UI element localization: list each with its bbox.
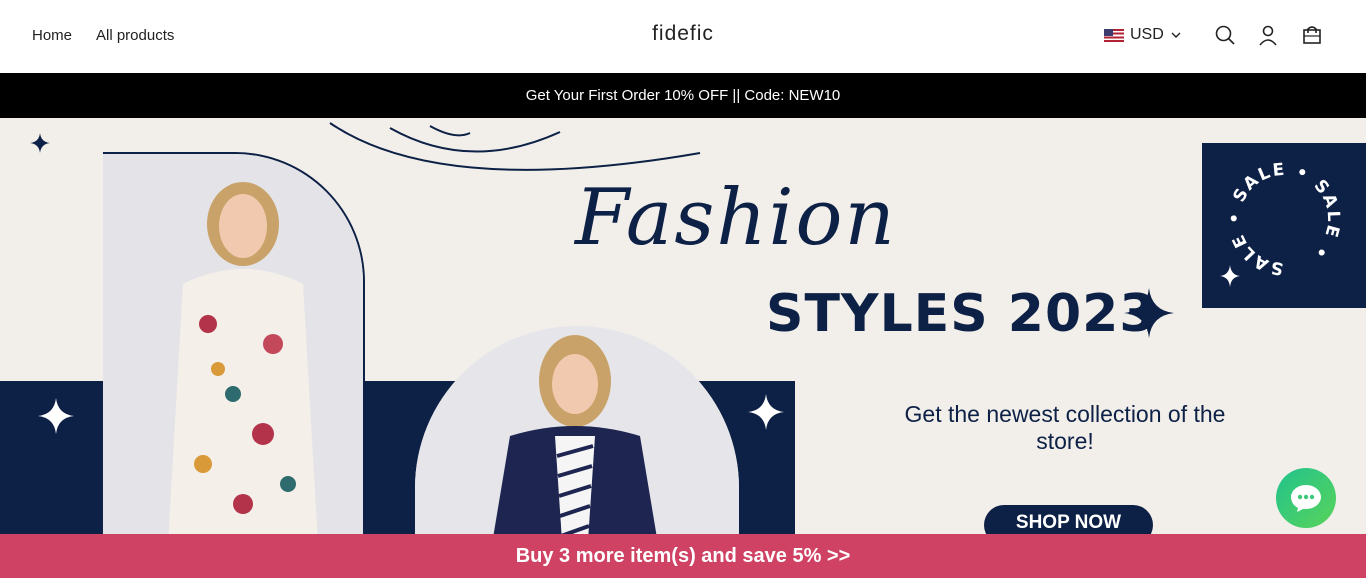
hero-subtitle: Get the newest collection of the store! (904, 401, 1226, 454)
announcement-bar: Get Your First Order 10% OFF || Code: NE… (0, 73, 1366, 118)
hero-script-title: Fashion (575, 173, 897, 263)
model-photo-floral-dress (103, 152, 365, 534)
sparkle-icon (30, 133, 50, 153)
site-header: Home All products fidefic USD (0, 0, 1366, 73)
svg-text:SALE • SALE • SALE •: SALE • SALE • SALE • (1225, 160, 1343, 279)
search-icon[interactable] (1214, 24, 1236, 46)
currency-label: USD (1130, 26, 1164, 43)
cart-icon[interactable] (1301, 24, 1323, 46)
promo-bar[interactable]: Buy 3 more item(s) and save 5% >> (0, 534, 1366, 578)
us-flag-icon (1104, 28, 1124, 42)
sale-badge-text: SALE • SALE • SALE • (1225, 160, 1341, 279)
chevron-down-icon (1171, 32, 1181, 38)
sparkle-icon (38, 398, 74, 434)
hero-bold-title: STYLES 2023 (766, 284, 1157, 344)
model-photo-navy-cardigan (415, 326, 739, 534)
chat-icon (1291, 485, 1321, 512)
shop-now-button[interactable]: SHOP NOW (984, 505, 1153, 534)
account-icon[interactable] (1257, 24, 1279, 46)
hero-banner[interactable]: Fashion STYLES 2023 Get the newest colle… (0, 118, 1366, 534)
sale-badge: SALE • SALE • SALE • (1202, 143, 1366, 308)
sparkle-icon (748, 394, 784, 430)
chat-button[interactable] (1276, 468, 1336, 528)
currency-selector[interactable]: USD (1104, 26, 1182, 44)
